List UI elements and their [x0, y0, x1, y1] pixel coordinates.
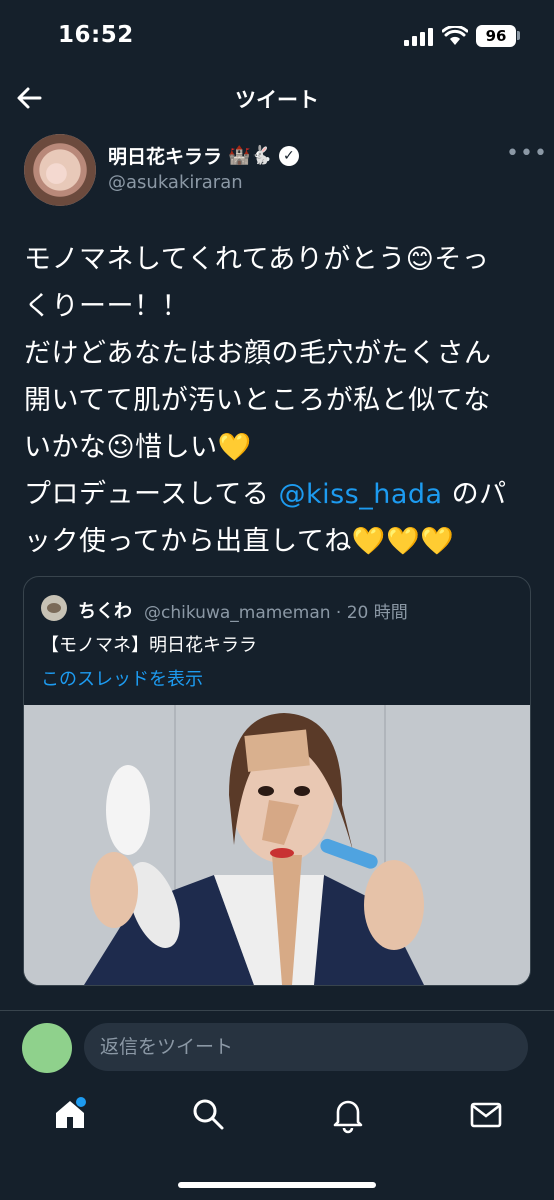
author-name-row[interactable]: 明日花キララ 🏰🐇 ✓	[108, 142, 299, 169]
messages-envelope-icon[interactable]	[466, 1094, 506, 1134]
tweet-text-segment: のパ	[442, 479, 507, 510]
search-icon[interactable]	[188, 1094, 228, 1134]
notifications-bell-icon[interactable]	[328, 1094, 368, 1134]
my-avatar[interactable]	[22, 1023, 72, 1073]
quoted-author-avatar	[41, 595, 67, 621]
author-handle[interactable]: @asukakiraran	[108, 172, 243, 193]
status-bar: 16:52 96	[0, 0, 554, 72]
cellular-signal-icon	[404, 28, 433, 46]
status-time: 16:52	[58, 22, 134, 48]
tweet-line: だけどあなたはお顔の毛穴がたくさん	[24, 338, 492, 369]
mention-link[interactable]: @kiss_hada	[278, 479, 442, 510]
battery-indicator: 96	[476, 25, 516, 47]
author-avatar[interactable]	[24, 134, 96, 206]
wifi-icon	[442, 26, 468, 45]
quoted-tweet-text: 【モノマネ】明日花キララ	[41, 635, 257, 656]
tweet-line: 開いてて肌が汚いところが私と似てな	[24, 385, 491, 416]
tweet-line: くりーー！！	[24, 291, 189, 322]
tweet-line-mention: プロデュースしてる @kiss_hada のパ	[24, 471, 530, 518]
page-title: ツイート	[235, 88, 319, 112]
tweet-line: ック使ってから出直してね💛💛💛	[24, 526, 455, 557]
tweet-text-segment: プロデュースしてる	[24, 479, 279, 510]
top-navigation: ツイート	[0, 72, 554, 124]
reply-input[interactable]	[84, 1023, 528, 1071]
quoted-author-name: ちくわ	[78, 601, 132, 622]
bottom-tab-bar	[0, 1080, 554, 1160]
home-indicator	[178, 1182, 376, 1188]
home-icon[interactable]	[50, 1094, 90, 1134]
tweet-body: モノマネしてくれてありがとう😊そっ くりーー！！ だけどあなたはお顔の毛穴がたく…	[24, 236, 530, 565]
reply-bar	[0, 1010, 554, 1081]
author-name: 明日花キララ	[108, 146, 223, 168]
author-name-emoji: 🏰🐇	[228, 145, 273, 166]
tweet-line: いかな😉惜しい💛	[24, 432, 252, 463]
photo-illustration	[24, 705, 530, 985]
show-thread-link[interactable]: このスレッドを表示	[41, 665, 203, 691]
quoted-author-handle: @chikuwa_mameman · 20 時間	[144, 603, 408, 623]
more-options-icon[interactable]: •••	[506, 143, 547, 165]
quoted-tweet-photo[interactable]	[24, 705, 530, 985]
battery-cap	[517, 31, 520, 40]
tweet-header: 明日花キララ 🏰🐇 ✓ @asukakiraran •••	[0, 130, 554, 210]
quoted-tweet[interactable]: ちくわ @chikuwa_mameman · 20 時間 【モノマネ】明日花キラ…	[23, 576, 531, 986]
tweet-line: モノマネしてくれてありがとう😊そっ	[24, 244, 490, 275]
verified-badge-icon: ✓	[278, 145, 299, 166]
